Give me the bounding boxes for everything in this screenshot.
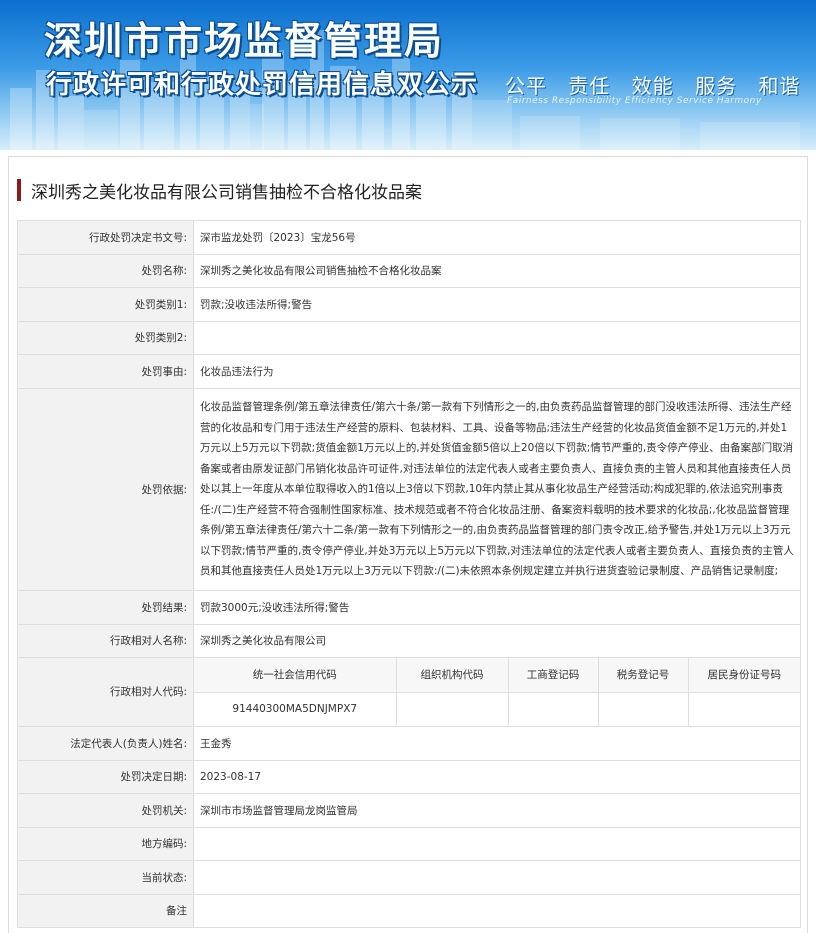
party-code-label: 行政相对人代码: bbox=[17, 657, 194, 727]
table-row: 备注 bbox=[17, 894, 801, 928]
current-status-label: 当前状态: bbox=[17, 860, 194, 895]
authority-value: 深圳市市场监督管理局龙岗监管局 bbox=[193, 793, 801, 828]
page-title: 深圳秀之美化妆品有限公司销售抽检不合格化妆品案 bbox=[31, 182, 422, 203]
banner-core-values-english: Fairness Responsibility Efficiency Servi… bbox=[507, 96, 762, 106]
code-value-id bbox=[687, 692, 800, 726]
party-name-label: 行政相对人名称: bbox=[17, 624, 194, 658]
table-row: 处罚机关: 深圳市市场监督管理局龙岗监管局 bbox=[17, 793, 801, 828]
banner-core-values: 公平 责任 效能 服务 和谐 bbox=[505, 70, 814, 99]
table-row: 处罚事由: 化妆品违法行为 bbox=[17, 354, 801, 389]
banner-title-main: 深圳市市场监督管理局 bbox=[44, 19, 445, 63]
code-header-row: 统一社会信用代码 组织机构代码 工商登记码 税务登记号 居民身份证号码 bbox=[194, 658, 800, 693]
decision-no-label: 行政处罚决定书文号: bbox=[17, 220, 194, 255]
code-header-tax: 税务登记号 bbox=[597, 658, 689, 693]
table-row: 处罚结果: 罚款3000元;没收违法所得;警告 bbox=[17, 590, 801, 625]
table-row: 当前状态: bbox=[17, 860, 801, 895]
case-name-value: 深圳秀之美化妆品有限公司销售抽检不合格化妆品案 bbox=[193, 254, 801, 288]
banner-value-2: 责任 bbox=[568, 74, 611, 98]
reason-value: 化妆品违法行为 bbox=[193, 354, 801, 389]
banner-value-1: 公平 bbox=[505, 74, 547, 98]
banner-value-3: 效能 bbox=[631, 74, 674, 98]
code-value-org bbox=[395, 692, 509, 726]
code-header-id: 居民身份证号码 bbox=[687, 658, 800, 693]
decision-no-value: 深市监龙处罚〔2023〕宝龙56号 bbox=[193, 220, 801, 255]
table-row: 法定代表人(负责人)姓名: 王金秀 bbox=[17, 726, 801, 761]
page-title-block: 深圳秀之美化妆品有限公司销售抽检不合格化妆品案 bbox=[17, 177, 422, 203]
party-code-cell: 统一社会信用代码 组织机构代码 工商登记码 税务登记号 居民身份证号码 9144… bbox=[193, 657, 801, 727]
category2-value bbox=[193, 321, 801, 355]
code-header-credit: 统一社会信用代码 bbox=[194, 658, 397, 693]
legal-rep-value: 王金秀 bbox=[193, 726, 801, 761]
code-value-business bbox=[507, 692, 599, 726]
header-banner: 深圳市市场监督管理局 行政许可和行政处罚信用信息双公示 公平 责任 效能 服务 … bbox=[0, 0, 816, 150]
code-header-business: 工商登记码 bbox=[507, 658, 599, 693]
table-row: 处罚名称: 深圳秀之美化妆品有限公司销售抽检不合格化妆品案 bbox=[17, 254, 801, 288]
category2-label: 处罚类别2: bbox=[17, 321, 194, 355]
result-value: 罚款3000元;没收违法所得;警告 bbox=[193, 590, 801, 625]
table-row: 行政处罚决定书文号: 深市监龙处罚〔2023〕宝龙56号 bbox=[17, 220, 801, 255]
table-row: 行政相对人代码: 统一社会信用代码 组织机构代码 工商登记码 税务登记号 居民身… bbox=[17, 657, 801, 727]
code-value-row: 91440300MA5DNJMPX7 bbox=[194, 692, 800, 726]
category1-value: 罚款;没收违法所得;警告 bbox=[193, 287, 801, 322]
remarks-label: 备注 bbox=[17, 894, 194, 928]
basis-value: 化妆品监督管理条例/第五章法律责任/第六十条/第一款有下列情形之一的,由负责药品… bbox=[193, 388, 801, 591]
banner-value-4: 服务 bbox=[695, 74, 738, 98]
region-code-value bbox=[193, 827, 801, 861]
table-row: 处罚类别1: 罚款;没收违法所得;警告 bbox=[17, 287, 801, 322]
result-label: 处罚结果: bbox=[17, 590, 194, 625]
basis-label: 处罚依据: bbox=[17, 388, 194, 591]
code-value-tax bbox=[597, 692, 689, 726]
decision-date-value: 2023-08-17 bbox=[193, 760, 801, 794]
table-row: 行政相对人名称: 深圳秀之美化妆品有限公司 bbox=[17, 624, 801, 658]
content-panel: 深圳秀之美化妆品有限公司销售抽检不合格化妆品案 行政处罚决定书文号: 深市监龙处… bbox=[8, 156, 808, 933]
penalty-info-table: 行政处罚决定书文号: 深市监龙处罚〔2023〕宝龙56号 处罚名称: 深圳秀之美… bbox=[17, 220, 801, 928]
table-row: 处罚决定日期: 2023-08-17 bbox=[17, 760, 801, 794]
party-name-value: 深圳秀之美化妆品有限公司 bbox=[193, 624, 801, 658]
code-value-credit: 91440300MA5DNJMPX7 bbox=[194, 692, 397, 726]
legal-rep-label: 法定代表人(负责人)姓名: bbox=[17, 726, 194, 761]
banner-title-sub: 行政许可和行政处罚信用信息双公示 bbox=[46, 70, 479, 100]
code-header-org: 组织机构代码 bbox=[395, 658, 509, 693]
party-code-table: 统一社会信用代码 组织机构代码 工商登记码 税务登记号 居民身份证号码 9144… bbox=[194, 658, 800, 726]
remarks-value bbox=[193, 894, 801, 928]
authority-label: 处罚机关: bbox=[17, 793, 194, 828]
decision-date-label: 处罚决定日期: bbox=[17, 760, 194, 794]
case-name-label: 处罚名称: bbox=[17, 254, 194, 288]
region-code-label: 地方编码: bbox=[17, 827, 194, 861]
reason-label: 处罚事由: bbox=[17, 354, 194, 389]
table-row: 处罚类别2: bbox=[17, 321, 801, 355]
category1-label: 处罚类别1: bbox=[17, 287, 194, 322]
current-status-value bbox=[193, 860, 801, 895]
table-row: 处罚依据: 化妆品监督管理条例/第五章法律责任/第六十条/第一款有下列情形之一的… bbox=[17, 388, 801, 591]
title-accent-bar bbox=[17, 179, 21, 201]
table-row: 地方编码: bbox=[17, 827, 801, 861]
banner-value-5: 和谐 bbox=[758, 74, 801, 98]
